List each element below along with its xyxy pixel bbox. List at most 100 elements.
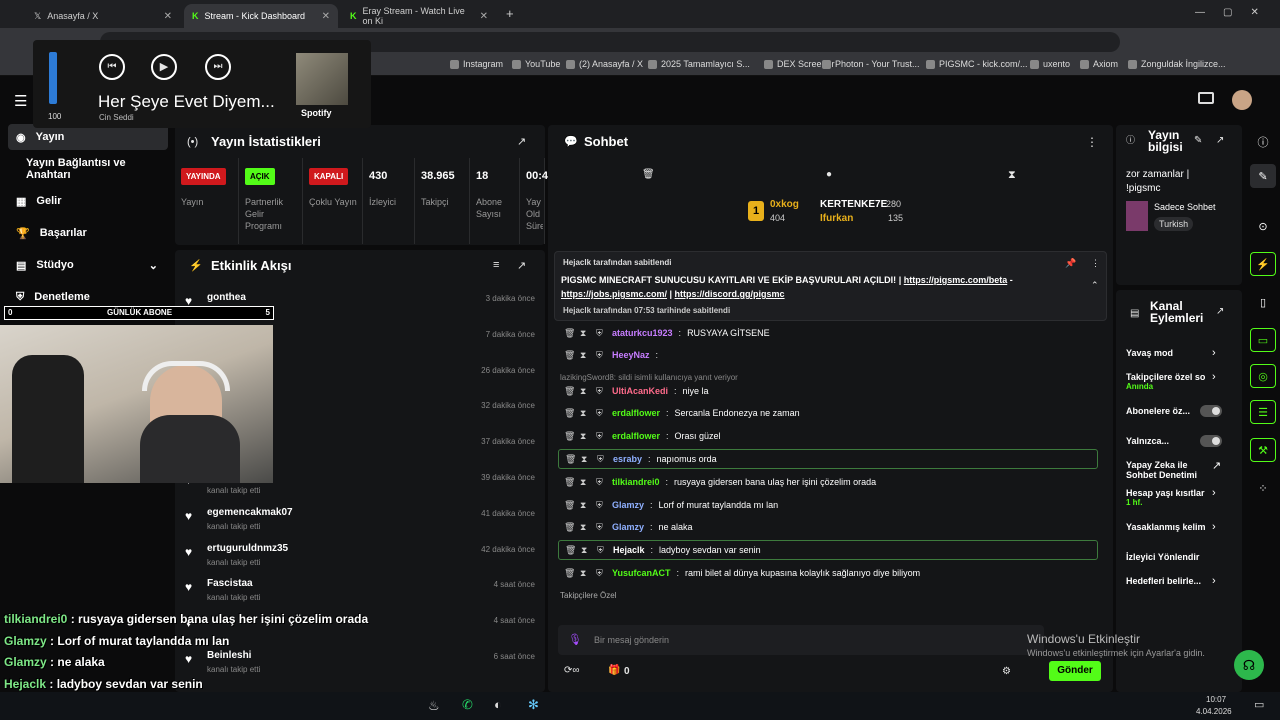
chevron-right-icon[interactable]: › [1212,347,1216,359]
chat-message[interactable]: 🗑 ⧗ ⛨ HeeyNaz: [558,345,1098,365]
chat-username[interactable]: Glamzy [612,522,644,532]
apps-icon[interactable]: ⁘ [1250,476,1276,500]
chat-message[interactable]: 🗑 ⧗ ⛨ YusufcanACT: rami bilet al dünya kupas… [558,563,1098,583]
chat-message[interactable]: 🗑 ⧗ ⛨ UltiAcanKedi: niye la [558,381,1098,401]
more-icon[interactable]: ⋮ [1086,135,1098,149]
pencil-icon[interactable]: ✎ [1250,164,1276,188]
chat-message[interactable]: 🗑 ⧗ ⛨ erdalflower: Orası güzel [558,426,1098,446]
next-icon[interactable]: ⏭ [205,54,231,80]
broadcast-icon[interactable]: ◎ [1250,364,1276,388]
pin-icon[interactable]: 📌 [1065,258,1076,269]
browser-tab[interactable]: K Eray Stream - Watch Live on Ki ✕ [342,4,496,28]
chevron-right-icon[interactable]: › [1212,487,1216,499]
chat-settings-icon[interactable]: ⚙ [1002,666,1011,677]
wrench-icon[interactable]: ⚒ [1250,438,1276,462]
bookmark[interactable]: (2) Anasayfa / X [566,59,643,69]
gift-icon[interactable]: 🎁 [608,665,620,676]
trash-icon[interactable]: 🗑 [565,454,576,465]
close-icon[interactable]: ✕ [322,11,330,22]
channel-action[interactable]: Yavaş mod [1126,348,1212,358]
support-icon[interactable]: ☊ [1234,650,1264,680]
popout-icon[interactable]: ↗ [1216,135,1224,146]
app-icon[interactable]: ✻ [528,697,539,713]
hourglass-icon[interactable]: ⧗ [581,545,591,556]
hourglass-icon[interactable]: ⧗ [580,386,590,397]
category-name[interactable]: Sadece Sohbet [1154,202,1216,212]
browser-tab[interactable]: 𝕏 Anasayfa / X ✕ [26,4,180,28]
sidebar-item-basarilar[interactable]: 🏆 Başarılar [8,220,168,246]
bookmark[interactable]: Zonguldak İngilizce... [1128,59,1226,69]
activity-user[interactable]: ertuguruldnmz35 [207,543,288,554]
channel-action[interactable]: Hedefleri belirle... [1126,576,1212,586]
pinned-link[interactable]: https://jobs.pigsmc.com/ [561,289,667,299]
bookmark[interactable]: Instagram [450,59,503,69]
avatar[interactable] [1232,90,1252,110]
pinned-message[interactable]: Hejaclk tarafından sabitlendi 📌 ⋮ PIGSMC… [554,251,1107,321]
trash-icon[interactable]: 🗑 [564,500,575,511]
channel-action[interactable]: Hesap yaşı kısıtlar 1 hf. [1126,488,1212,508]
screen-icon[interactable] [1198,92,1214,104]
channel-action[interactable]: Yasaklanmış kelim [1126,522,1212,532]
list-icon[interactable]: ☰ [1250,400,1276,424]
chat-message[interactable]: 🗑 ⧗ ⛨ erdalflower: Sercanla Endonezya ne zam… [558,403,1098,423]
trash-icon[interactable]: 🗑 [564,328,575,339]
chat-message[interactable]: 🗑 ⧗ ⛨ Glamzy: ne alaka [558,517,1098,537]
chat-username[interactable]: Hejaclk [613,545,645,555]
hourglass-icon[interactable]: ⧗ [580,477,590,488]
bookmark[interactable]: 2025 Tamamlayıcı S... [648,59,750,69]
window-controls[interactable]: —▢✕ [1195,7,1277,18]
lightning-icon[interactable]: ⚡ [1250,252,1276,276]
trash-icon[interactable]: 🗑 [564,568,575,579]
target-icon[interactable]: ⊙ [1250,214,1276,238]
sidebar-item-studyo[interactable]: ▤ Stüdyo ⌄ [8,252,168,278]
trash-icon[interactable]: 🗑 [564,477,575,488]
channel-action[interactable]: Takipçilere özel so Anında [1126,372,1212,392]
whatsapp-icon[interactable]: ✆ [462,697,473,713]
close-icon[interactable]: ✕ [480,11,488,22]
notification-icon[interactable]: ▭ [1254,698,1264,711]
chevron-up-icon[interactable]: ⌃ [1091,280,1099,291]
trash-icon[interactable]: 🗑 [564,386,575,397]
chat-username[interactable]: UltiAcanKedi [612,386,668,396]
bookmark[interactable]: Axiom [1080,59,1118,69]
activity-user[interactable]: Fascistaa [207,578,253,589]
chat-username[interactable]: Glamzy [612,500,644,510]
channel-action[interactable]: İzleyici Yönlendir [1126,552,1212,562]
popout-icon[interactable]: ↗ [517,135,526,148]
popout-icon[interactable]: ↗ [1212,459,1221,472]
pinned-link[interactable]: https://pigsmc.com/beta [904,275,1008,285]
chevron-right-icon[interactable]: › [1212,575,1216,587]
pinned-link[interactable]: https://discord.gg/pigsmc [675,289,785,299]
filter-icon[interactable]: ≡ [493,259,499,271]
hourglass-icon[interactable]: ⧗ [580,328,590,339]
chat-icon[interactable]: ▭ [1250,328,1276,352]
obs-icon[interactable]: ◐ [494,697,502,712]
chat-message[interactable]: 🗑 ⧗ ⛨ Hejaclk: ladyboy sevdan var senin [558,540,1098,560]
bookmark[interactable]: uxento [1030,59,1070,69]
send-button[interactable]: Gönder [1049,661,1101,681]
trash-icon[interactable]: 🗑 [564,431,575,442]
chat-username[interactable]: esraby [613,454,642,464]
bookmark[interactable]: Photon - Your Trust... [822,59,920,69]
trash-icon[interactable]: 🗑 [564,350,575,361]
chat-username[interactable]: ataturkcu1923 [612,328,673,338]
trash-icon[interactable]: 🗑 [564,522,575,533]
chevron-right-icon[interactable]: › [1212,371,1216,383]
play-icon[interactable]: ▶ [151,54,177,80]
chat-username[interactable]: YusufcanACT [612,568,671,578]
toggle-switch[interactable] [1200,435,1222,447]
trash-icon[interactable]: 🗑 [642,169,655,180]
info-icon[interactable]: ⓘ [1250,130,1276,154]
new-tab-button[interactable]: + [506,6,514,21]
chat-message[interactable]: 🗑 ⧗ ⛨ ataturkcu1923: RUSYAYA GİTSENE [558,323,1098,343]
hourglass-icon[interactable]: ⧗ [580,500,590,511]
popout-icon[interactable]: ↗ [517,259,526,272]
chat-username[interactable]: erdalflower [612,431,660,441]
activity-user[interactable]: gonthea [207,292,246,303]
hourglass-icon[interactable]: ⧗ [581,454,591,465]
chat-bubble-icon[interactable]: ● [826,169,832,180]
hourglass-icon[interactable]: ⧗ [580,522,590,533]
menu-icon[interactable]: ☰ [14,92,27,110]
volume-meter[interactable] [49,52,57,104]
channel-action[interactable]: Yapay Zeka ile Sohbet Denetimi [1126,460,1212,480]
